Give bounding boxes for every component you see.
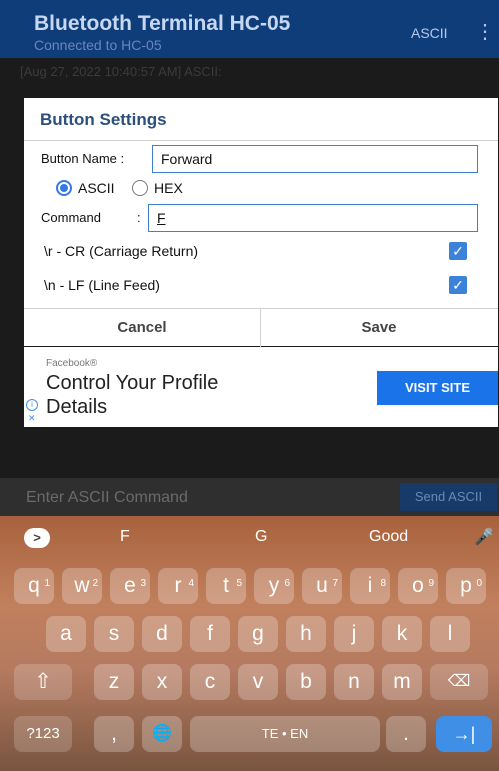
ad-close-icon[interactable]: ✕ (28, 413, 36, 424)
chevron-right-icon[interactable]: > (24, 528, 50, 548)
key[interactable]: r4 (158, 568, 198, 604)
dialog-actions: Cancel Save (24, 308, 498, 347)
visit-site-button[interactable]: VISIT SITE (377, 371, 498, 405)
globe-icon[interactable]: 🌐 (142, 716, 182, 752)
key[interactable]: p0 (446, 568, 486, 604)
suggestion-1[interactable]: F (120, 528, 130, 546)
radio-hex[interactable] (132, 180, 148, 196)
ad-info-icon[interactable]: i (26, 399, 38, 411)
soft-keyboard: > F G Good 🎤 q1 w2 e3 r4 t5 y6 u7 i8 o9 … (0, 516, 499, 771)
radio-ascii-label: ASCII (78, 180, 115, 196)
key[interactable]: e3 (110, 568, 150, 604)
key[interactable]: k (382, 616, 422, 652)
backspace-icon[interactable]: ⌫ (430, 664, 488, 700)
space-bar[interactable]: TE • EN (190, 716, 380, 752)
cr-label: \r - CR (Carriage Return) (44, 243, 199, 259)
key[interactable]: w2 (62, 568, 102, 604)
shift-icon[interactable]: ⇧ (14, 664, 72, 700)
key[interactable]: x (142, 664, 182, 700)
dialog-title: Button Settings (40, 110, 167, 129)
suggestion-2[interactable]: G (255, 528, 267, 546)
command-bar: Enter ASCII Command Send ASCII (0, 478, 499, 516)
cr-checkbox[interactable]: ✓ (449, 242, 467, 260)
send-button[interactable]: Send ASCII (400, 483, 497, 511)
key[interactable]: h (286, 616, 326, 652)
command-input[interactable]: F (148, 204, 478, 232)
key[interactable]: l (430, 616, 470, 652)
comma-key[interactable]: , (94, 716, 134, 752)
key[interactable]: q1 (14, 568, 54, 604)
key[interactable]: m (382, 664, 422, 700)
button-name-label: Button Name : (41, 151, 125, 166)
ad-brand: Facebook® (46, 358, 98, 369)
key[interactable]: b (286, 664, 326, 700)
radio-hex-label: HEX (154, 180, 183, 196)
key[interactable]: y6 (254, 568, 294, 604)
key[interactable]: g (238, 616, 278, 652)
lf-label: \n - LF (Line Feed) (44, 277, 160, 293)
ad-headline: Control Your Profile (46, 372, 219, 394)
ad-headline-2: Details (46, 396, 108, 418)
more-vert-icon[interactable]: ⋮ (475, 19, 495, 44)
suggestion-3[interactable]: Good (369, 528, 408, 546)
key[interactable]: v (238, 664, 278, 700)
app-bar: Bluetooth Terminal HC-05 Connected to HC… (0, 0, 499, 58)
command-entry-field[interactable]: Enter ASCII Command (26, 489, 188, 507)
command-colon: : (137, 210, 141, 225)
radio-ascii[interactable] (56, 180, 72, 196)
button-name-input[interactable]: Forward (152, 145, 478, 173)
save-button[interactable]: Save (260, 309, 497, 347)
dialog-divider (24, 140, 498, 141)
mode-toggle[interactable]: ASCII (411, 25, 448, 41)
command-label: Command (41, 210, 101, 225)
key[interactable]: f (190, 616, 230, 652)
microphone-icon[interactable]: 🎤 (474, 527, 494, 547)
key[interactable]: n (334, 664, 374, 700)
key[interactable]: z (94, 664, 134, 700)
ad-banner[interactable]: Facebook® Control Your Profile Details i… (24, 347, 498, 427)
key[interactable]: s (94, 616, 134, 652)
app-title: Bluetooth Terminal HC-05 (34, 12, 291, 35)
suggestion-strip: > F G Good 🎤 (0, 516, 499, 558)
key[interactable]: t5 (206, 568, 246, 604)
cancel-button[interactable]: Cancel (24, 309, 260, 347)
connection-status: Connected to HC-05 (34, 37, 162, 53)
symbols-key[interactable]: ?123 (14, 716, 72, 752)
key[interactable]: u7 (302, 568, 342, 604)
key[interactable]: c (190, 664, 230, 700)
lf-checkbox[interactable]: ✓ (449, 276, 467, 294)
key[interactable]: o9 (398, 568, 438, 604)
enter-icon[interactable]: →| (436, 716, 492, 752)
key[interactable]: i8 (350, 568, 390, 604)
key[interactable]: j (334, 616, 374, 652)
key[interactable]: d (142, 616, 182, 652)
button-settings-dialog: Button Settings Button Name : Forward AS… (24, 98, 498, 347)
period-key[interactable]: . (386, 716, 426, 752)
key[interactable]: a (46, 616, 86, 652)
